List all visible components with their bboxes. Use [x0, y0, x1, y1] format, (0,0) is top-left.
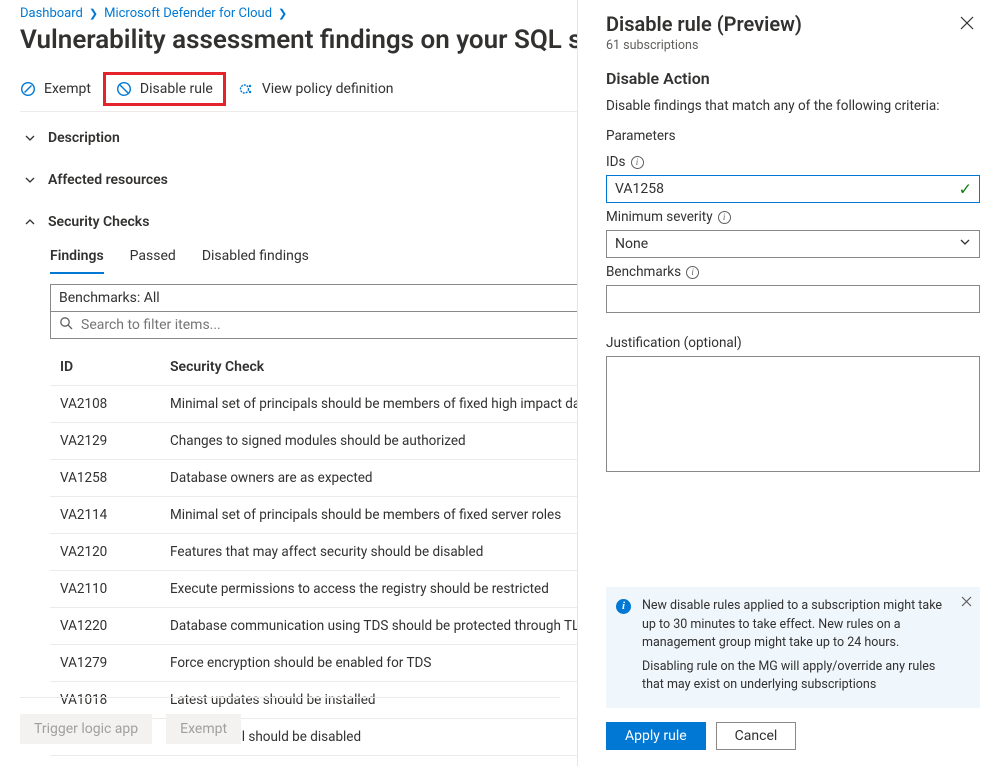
panel-section-title: Disable Action	[606, 69, 980, 88]
chevron-right-icon: ❯	[278, 7, 287, 20]
min-severity-label: Minimum severity	[606, 209, 713, 225]
cell-id: VA2108	[50, 386, 160, 423]
exempt-button[interactable]: Exempt	[20, 81, 91, 97]
panel-subtitle: 61 subscriptions	[606, 38, 802, 53]
info-icon[interactable]: i	[631, 156, 644, 169]
cell-id: VA1220	[50, 608, 160, 645]
min-severity-value: None	[615, 236, 648, 252]
chevron-up-icon	[24, 216, 36, 228]
tab-disabled-findings[interactable]: Disabled findings	[202, 242, 309, 274]
exempt-label: Exempt	[44, 81, 91, 97]
section-description-label: Description	[48, 130, 120, 146]
breadcrumb-defender[interactable]: Microsoft Defender for Cloud	[104, 6, 272, 21]
parameters-label: Parameters	[606, 128, 980, 144]
ids-label: IDs	[606, 154, 626, 170]
cell-id: VA2114	[50, 497, 160, 534]
tab-passed[interactable]: Passed	[130, 242, 176, 274]
chevron-down-icon	[24, 174, 36, 186]
cell-id: VA2120	[50, 534, 160, 571]
info-icon: i	[616, 599, 631, 614]
min-severity-select[interactable]: None	[606, 230, 980, 258]
disable-icon	[116, 81, 132, 97]
cancel-button[interactable]: Cancel	[716, 722, 797, 750]
banner-line2: Disabling rule on the MG will apply/over…	[642, 658, 950, 694]
banner-line1: New disable rules applied to a subscript…	[642, 597, 950, 651]
trigger-logic-app-button[interactable]: Trigger logic app	[20, 714, 152, 744]
close-icon[interactable]	[954, 10, 980, 40]
breadcrumb-dashboard[interactable]: Dashboard	[20, 6, 83, 21]
section-affected-label: Affected resources	[48, 172, 168, 188]
cell-id: VA2129	[50, 423, 160, 460]
checkmark-icon: ✓	[959, 180, 972, 199]
footer-exempt-button[interactable]: Exempt	[166, 714, 241, 744]
col-id[interactable]: ID	[50, 353, 160, 386]
info-icon[interactable]: i	[718, 211, 731, 224]
cell-id: VA1258	[50, 460, 160, 497]
ids-input[interactable]	[606, 175, 980, 203]
view-policy-label: View policy definition	[262, 81, 394, 97]
justification-label: Justification (optional)	[606, 335, 742, 351]
footer-bar: Trigger logic app Exempt	[20, 697, 560, 744]
section-security-checks-label: Security Checks	[48, 214, 149, 230]
disable-rule-panel: Disable rule (Preview) 61 subscriptions …	[578, 0, 1008, 766]
chevron-right-icon: ❯	[89, 7, 98, 20]
cell-id: VA1279	[50, 645, 160, 682]
apply-rule-button[interactable]: Apply rule	[606, 722, 706, 750]
close-icon[interactable]	[961, 593, 972, 613]
panel-description: Disable findings that match any of the f…	[606, 98, 980, 114]
cell-id: VA2110	[50, 571, 160, 608]
chevron-down-icon	[24, 132, 36, 144]
policy-icon	[238, 81, 254, 97]
tab-findings[interactable]: Findings	[50, 242, 104, 274]
disable-rule-label: Disable rule	[140, 81, 213, 97]
benchmarks-label: Benchmarks	[606, 264, 681, 280]
chevron-down-icon	[959, 236, 971, 252]
panel-title: Disable rule (Preview)	[606, 12, 802, 36]
info-icon[interactable]: i	[686, 266, 699, 279]
benchmarks-input[interactable]	[606, 285, 980, 313]
disable-rule-button[interactable]: Disable rule	[103, 72, 226, 106]
search-icon	[59, 316, 73, 334]
justification-textarea[interactable]	[606, 356, 980, 472]
exempt-icon	[20, 81, 36, 97]
info-banner: i New disable rules applied to a subscri…	[606, 587, 980, 708]
view-policy-button[interactable]: View policy definition	[238, 81, 394, 97]
